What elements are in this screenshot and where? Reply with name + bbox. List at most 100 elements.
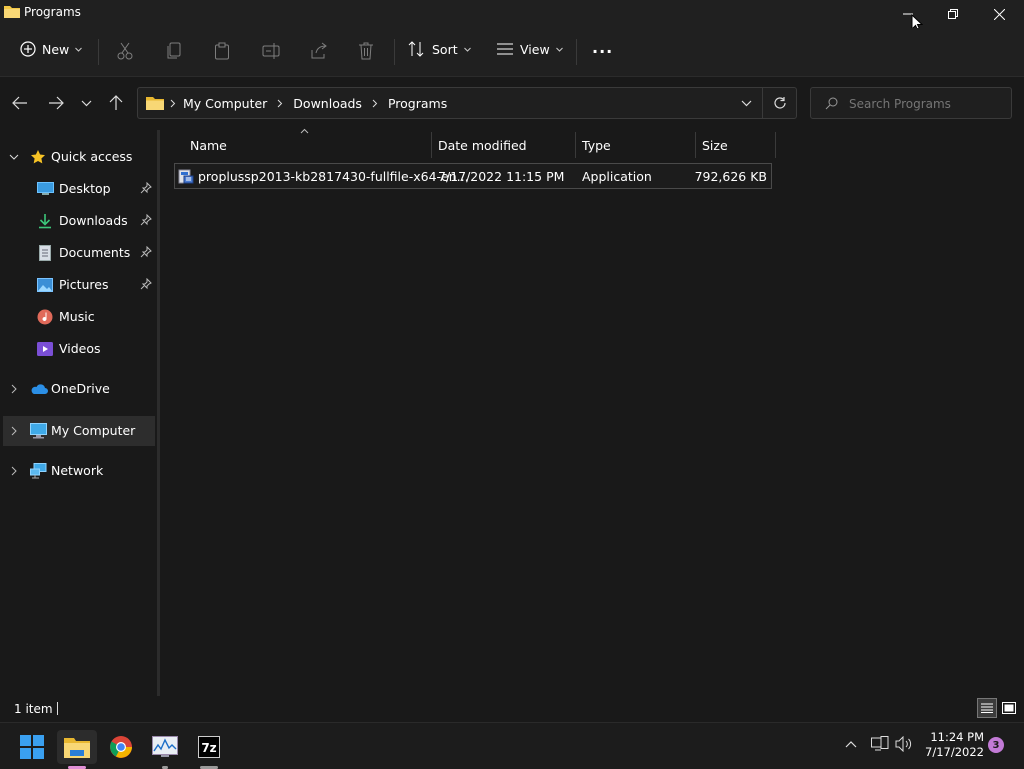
nav-label: Music <box>59 309 95 324</box>
item-count: 1 item <box>14 702 53 716</box>
nav-music[interactable]: Music <box>0 302 155 332</box>
expand-chevron-icon[interactable] <box>9 154 19 160</box>
show-hidden-icons-chevron-icon[interactable] <box>845 740 857 748</box>
toolbar-divider <box>98 39 99 65</box>
nav-videos[interactable]: Videos <box>0 334 155 364</box>
search-input[interactable] <box>847 94 1001 114</box>
sort-icon <box>408 41 424 57</box>
nav-network[interactable]: Network <box>0 456 155 486</box>
paste-icon[interactable] <box>214 42 230 60</box>
taskbar-file-explorer[interactable] <box>57 730 97 769</box>
nav-pictures[interactable]: Pictures <box>0 270 155 300</box>
volume-icon[interactable] <box>895 736 913 752</box>
column-header-date[interactable]: Date modified <box>438 134 527 156</box>
network-status-icon[interactable] <box>871 736 889 752</box>
taskbar-7zip[interactable]: 7z <box>189 730 229 769</box>
forward-arrow-icon[interactable] <box>48 96 64 110</box>
nav-desktop[interactable]: Desktop <box>0 174 155 204</box>
delete-icon[interactable] <box>358 42 374 60</box>
new-label: New <box>42 41 70 57</box>
address-divider <box>762 88 763 118</box>
cloud-icon <box>31 384 48 394</box>
breadcrumb-downloads[interactable]: Downloads <box>293 96 362 111</box>
nav-label: Documents <box>59 245 131 260</box>
folder-icon <box>146 96 164 110</box>
clock-time: 11:24 PM <box>930 730 984 744</box>
expand-chevron-icon[interactable] <box>11 426 17 436</box>
expand-chevron-icon[interactable] <box>11 384 17 394</box>
windows-logo-icon <box>20 735 44 759</box>
sort-ascending-indicator-icon <box>300 128 309 134</box>
column-separator[interactable] <box>431 132 432 158</box>
file-date-modified: 7/17/2022 11:15 PM <box>438 169 565 184</box>
file-type: Application <box>582 169 652 184</box>
taskbar-resource-monitor[interactable] <box>145 730 185 769</box>
minimize-button[interactable] <box>885 0 931 28</box>
notification-badge[interactable]: 3 <box>988 737 1004 753</box>
breadcrumb-separator-icon <box>170 99 176 108</box>
view-icon <box>497 43 513 55</box>
folder-icon <box>4 4 20 18</box>
search-box[interactable] <box>810 87 1012 119</box>
pin-icon[interactable] <box>140 182 152 194</box>
more-options-button[interactable]: ··· <box>592 42 613 61</box>
sort-button[interactable]: Sort <box>408 41 471 57</box>
nav-downloads[interactable]: Downloads <box>0 206 155 236</box>
column-separator[interactable] <box>775 132 776 158</box>
nav-label: Desktop <box>59 181 111 196</box>
sort-label: Sort <box>432 41 458 57</box>
expand-chevron-icon[interactable] <box>11 466 17 476</box>
column-header-type[interactable]: Type <box>582 134 611 156</box>
nav-label: Videos <box>59 341 101 356</box>
desktop-icon <box>37 182 54 195</box>
nav-quick-access[interactable]: Quick access <box>0 142 155 172</box>
up-arrow-icon[interactable] <box>109 95 123 111</box>
column-header-size[interactable]: Size <box>702 134 728 156</box>
cut-icon[interactable] <box>117 42 133 60</box>
large-icons-view-icon <box>1002 702 1016 714</box>
navigation-pane-scrollbar[interactable] <box>157 130 160 696</box>
large-icons-view-button[interactable] <box>1000 699 1018 717</box>
taskbar-chrome[interactable] <box>101 730 141 764</box>
view-button[interactable]: View <box>496 41 563 57</box>
pin-icon[interactable] <box>140 278 152 290</box>
close-button[interactable] <box>976 0 1022 28</box>
status-bar: 1 item <box>0 696 1024 722</box>
nav-label: Pictures <box>59 277 109 292</box>
recent-locations-chevron-icon[interactable] <box>81 100 92 107</box>
pictures-icon <box>37 278 53 292</box>
column-separator[interactable] <box>575 132 576 158</box>
pin-icon[interactable] <box>140 246 152 258</box>
share-icon[interactable] <box>310 42 328 60</box>
star-icon <box>31 150 45 164</box>
nav-onedrive[interactable]: OneDrive <box>0 374 155 404</box>
address-bar[interactable]: My Computer Downloads Programs <box>137 87 797 119</box>
breadcrumb-programs[interactable]: Programs <box>388 96 447 111</box>
installer-icon <box>178 169 194 184</box>
breadcrumb-my-computer[interactable]: My Computer <box>183 96 267 111</box>
rename-icon[interactable] <box>262 42 280 60</box>
restore-button[interactable] <box>930 0 976 28</box>
nav-my-computer[interactable]: My Computer <box>3 416 155 446</box>
nav-documents[interactable]: Documents <box>0 238 155 268</box>
chevron-down-icon <box>75 47 83 52</box>
breadcrumb-separator-icon <box>277 99 283 108</box>
file-row[interactable]: proplussp2013-kb2817430-fullfile-x64-en.… <box>174 163 772 189</box>
column-separator[interactable] <box>695 132 696 158</box>
details-view-button[interactable] <box>977 698 997 718</box>
address-history-chevron-icon[interactable] <box>741 100 752 107</box>
network-icon <box>30 463 47 479</box>
column-header-name[interactable]: Name <box>190 134 227 156</box>
copy-icon[interactable] <box>166 42 182 60</box>
command-bar: New Sort View ··· <box>0 28 1024 77</box>
videos-icon <box>37 342 53 356</box>
new-button[interactable]: New <box>20 41 83 57</box>
toolbar-divider <box>576 39 577 65</box>
computer-icon <box>30 423 47 439</box>
file-size: 792,626 KB <box>694 169 767 184</box>
clock[interactable]: 11:24 PM 7/17/2022 <box>920 730 984 760</box>
pin-icon[interactable] <box>140 214 152 226</box>
start-button[interactable] <box>12 730 52 764</box>
refresh-icon[interactable] <box>773 96 787 110</box>
back-arrow-icon[interactable] <box>12 96 28 110</box>
